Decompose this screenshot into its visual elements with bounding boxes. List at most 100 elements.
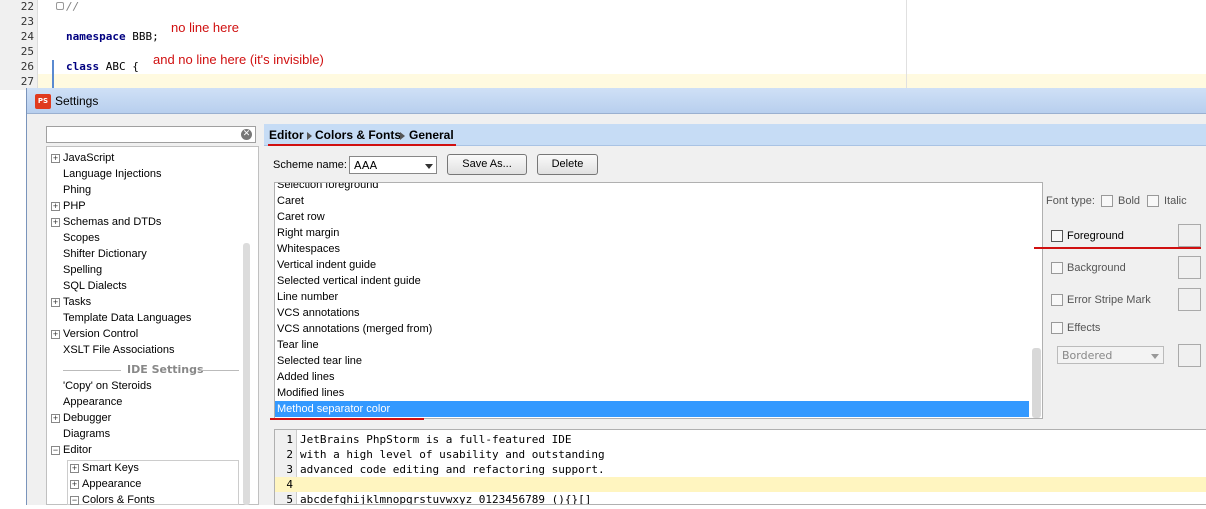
tree-item-label: Colors & Fonts [82,494,155,506]
tree-section-ide-settings: IDE Settings [47,362,239,378]
line-number: 22 [20,0,34,13]
list-item[interactable]: Whitespaces [275,241,1029,257]
tree-item-label: Template Data Languages [63,312,192,324]
collapse-icon[interactable]: − [51,446,60,455]
list-item[interactable]: Selected tear line [275,353,1029,369]
dialog-titlebar[interactable]: PS Settings [27,88,1206,114]
effects-checkbox[interactable] [1051,322,1063,334]
list-item[interactable]: VCS annotations [275,305,1029,321]
collapse-icon[interactable]: − [70,496,79,505]
list-scrollbar[interactable] [1032,348,1041,418]
annotation-note: and no line here (it's invisible) [153,52,324,67]
annotation-note: no line here [171,20,239,35]
tree-item-label: Scopes [63,232,100,244]
phpstorm-logo-icon: PS [35,94,51,109]
tree-scrollbar[interactable] [243,243,250,505]
settings-tree[interactable]: + JavaScript Language Injections Phing + P… [46,146,259,505]
keyword: namespace [66,30,126,43]
code-class-line: class ABC { [66,60,139,73]
effects-label: Effects [1067,322,1101,334]
list-item[interactable]: Modified lines [275,385,1029,401]
breadcrumb-arrow-icon [400,132,405,140]
italic-label: Italic [1164,195,1187,207]
preview-text: advanced code editing and refactoring su… [300,463,605,476]
list-item[interactable]: VCS annotations (merged from) [275,321,1029,337]
tree-item-label: XSLT File Associations [63,344,175,356]
line-number: 5 [286,493,293,505]
tree-item-label: Version Control [63,328,139,340]
preview-editor[interactable]: 1 JetBrains PhpStorm is a full-featured I… [274,429,1206,505]
code-editor[interactable]: 22 23 24 25 26 27 // namespace BBB; clas… [0,0,1206,90]
list-item[interactable]: Line number [275,289,1029,305]
error-stripe-checkbox[interactable] [1051,294,1063,306]
breadcrumb-general[interactable]: General [409,128,454,142]
right-margin-line [906,0,907,90]
expand-icon[interactable]: + [70,464,79,473]
background-color-swatch[interactable] [1178,256,1201,279]
delete-button[interactable]: Delete [537,154,598,175]
clear-icon[interactable]: ✕ [241,129,252,140]
line-number: 24 [20,30,34,43]
list-item[interactable]: Selected vertical indent guide [275,273,1029,289]
section-divider [63,370,121,371]
preview-line: 3 advanced code editing and refactoring s… [275,462,1206,477]
preview-line: 1 JetBrains PhpStorm is a full-featured I… [275,432,1206,447]
list-item[interactable]: Right margin [275,225,1029,241]
foreground-checkbox[interactable] [1051,230,1063,242]
bold-checkbox[interactable] [1101,195,1113,207]
settings-dialog: PS Settings ✕ + JavaScript Language Injec… [26,88,1206,506]
code-text: ABC { [99,60,139,73]
tree-item-label: Editor [63,444,92,456]
line-number: 3 [286,463,293,476]
expand-icon[interactable]: + [51,414,60,423]
foreground-color-swatch[interactable] [1178,224,1201,247]
code-namespace-line: namespace BBB; [66,30,159,43]
tree-item-label: Appearance [82,478,142,490]
preview-text: with a high level of usability and outst… [300,448,605,461]
scheme-select[interactable]: AAA [349,156,437,174]
list-item-selected[interactable]: Method separator color [275,401,1029,417]
breadcrumb-arrow-icon [307,132,312,140]
dialog-title: Settings [55,94,99,108]
effects-color-swatch[interactable] [1178,344,1201,367]
line-number: 2 [286,448,293,461]
list-item[interactable]: Caret row [275,209,1029,225]
breadcrumb-editor[interactable]: Editor [269,128,304,142]
save-as-button[interactable]: Save As... [447,154,527,175]
settings-search-input[interactable]: ✕ [46,126,256,143]
error-stripe-color-swatch[interactable] [1178,288,1201,311]
tree-item-label: Language Injections [63,168,162,180]
expand-icon[interactable]: + [51,154,60,163]
list-item[interactable]: Selection foreground [275,183,1029,193]
font-type-label: Font type: [1046,195,1095,207]
preview-line: 5 abcdefghijklmnopqrstuvwxyz 0123456789 (… [275,492,1206,505]
italic-checkbox[interactable] [1147,195,1159,207]
fold-marker-icon[interactable] [56,2,64,10]
list-item[interactable]: Added lines [275,369,1029,385]
preview-text: abcdefghijklmnopqrstuvwxyz 0123456789 ()… [300,493,592,505]
expand-icon[interactable]: + [51,218,60,227]
editor-subtree: + Smart Keys + Appearance − Colors & Fonts [67,460,239,506]
list-item[interactable]: Tear line [275,337,1029,353]
color-elements-list[interactable]: Selection foreground Caret Caret row Rig… [274,182,1043,419]
background-checkbox[interactable] [1051,262,1063,274]
line-number: 27 [20,75,34,88]
expand-icon[interactable]: + [51,330,60,339]
code-text: BBB; [125,30,159,43]
line-number: 4 [286,478,293,491]
tree-item-label: PHP [63,200,86,212]
expand-icon[interactable]: + [51,298,60,307]
tree-item-label: Appearance [63,396,123,408]
effect-type-select[interactable]: Bordered [1057,346,1164,364]
expand-icon[interactable]: + [51,202,60,211]
expand-icon[interactable]: + [70,480,79,489]
list-item[interactable]: Caret [275,193,1029,209]
code-comment: // [66,0,80,13]
scheme-select-value: AAA [354,159,378,172]
breadcrumb-colors-fonts[interactable]: Colors & Fonts [315,128,401,142]
list-item[interactable]: Vertical indent guide [275,257,1029,273]
tree-item-label: Shifter Dictionary [63,248,147,260]
line-number: 23 [20,15,34,28]
preview-text: JetBrains PhpStorm is a full-featured ID… [300,433,572,446]
chevron-down-icon [425,164,433,169]
